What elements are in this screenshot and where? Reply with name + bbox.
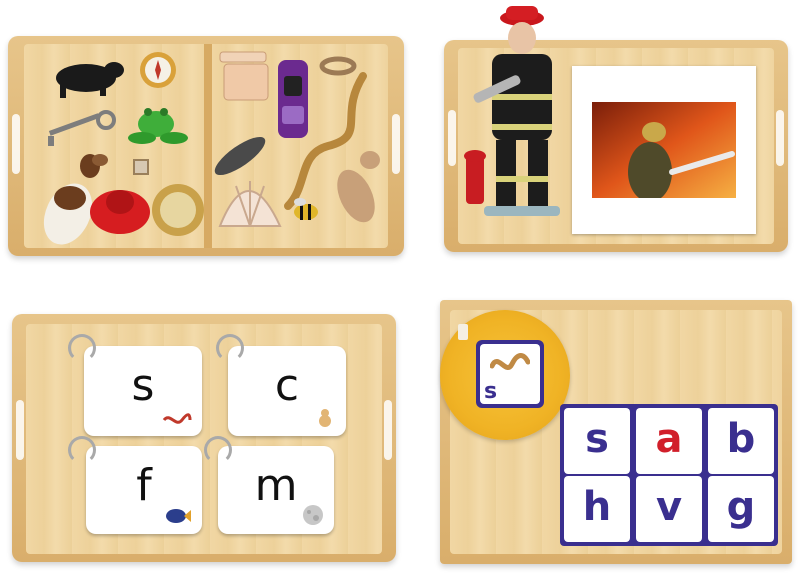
- card-ring: [204, 436, 232, 464]
- letter-tile-v[interactable]: v: [636, 476, 702, 542]
- gold-lid: [152, 184, 204, 236]
- frog-figure: [128, 108, 188, 144]
- letter-tile-b[interactable]: b: [708, 408, 774, 474]
- snake-icon: [162, 413, 192, 424]
- flashcard-letter: s: [131, 360, 155, 411]
- bracelet-ring: [319, 56, 357, 76]
- tray-flashcards: s c f m: [12, 314, 396, 562]
- firefighter-figure: [464, 6, 560, 216]
- flashcard-f[interactable]: f: [86, 446, 202, 534]
- letter-tile-a[interactable]: a: [636, 408, 702, 474]
- tray-handle-right: [384, 400, 392, 460]
- flashcard-letter: c: [274, 360, 300, 411]
- chair-figure: [219, 51, 269, 101]
- tray-objects-art: [43, 51, 380, 245]
- tray-handle-right: [776, 110, 784, 166]
- toy-car: [278, 60, 308, 138]
- letter-tile-s[interactable]: s: [564, 408, 630, 474]
- fish-icon: [166, 509, 191, 523]
- letter-tile-h[interactable]: h: [564, 476, 630, 542]
- firefighter-photo-card: [572, 66, 756, 234]
- tile-letter: v: [655, 484, 683, 530]
- card-ring: [216, 334, 244, 362]
- basket-tag: [458, 324, 468, 340]
- card-ring: [68, 334, 96, 362]
- bee-figure: [294, 198, 318, 220]
- tray-objects: [8, 36, 404, 256]
- red-hat: [90, 190, 150, 234]
- tile-letter: h: [582, 484, 612, 530]
- scallop-shell: [218, 181, 282, 227]
- bear-figure: [56, 62, 124, 98]
- dog-figure: [337, 151, 380, 223]
- tray-letter-tiles: s s a b h v g: [440, 300, 792, 564]
- flashcard-s[interactable]: s: [84, 346, 202, 436]
- small-cube: [133, 159, 149, 175]
- tile-letter: a: [655, 416, 683, 462]
- moon-icon: [303, 505, 323, 525]
- letter-tile-board: s a b h v g: [560, 404, 778, 546]
- seal-figure: [214, 136, 266, 176]
- basket-card-stack[interactable]: s: [476, 340, 544, 408]
- flashcard-m[interactable]: m: [218, 446, 334, 534]
- key-object: [48, 110, 116, 146]
- basket-card-letter: s: [484, 379, 498, 404]
- flashcard-letter: f: [136, 460, 152, 511]
- cat-icon: [319, 409, 331, 427]
- tile-letter: b: [726, 416, 756, 462]
- tray-handle-left: [448, 110, 456, 166]
- card-ring: [68, 436, 96, 464]
- compass-object: [140, 52, 176, 88]
- firefighter-photo: [592, 102, 736, 198]
- tile-letter: s: [585, 416, 609, 462]
- tray-handle-left: [16, 400, 24, 460]
- tray-firefighter: [444, 6, 788, 252]
- snake-icon: [490, 353, 530, 370]
- flashcard-c[interactable]: c: [228, 346, 346, 436]
- letter-tile-g[interactable]: g: [708, 476, 774, 542]
- tile-letter: g: [726, 484, 756, 530]
